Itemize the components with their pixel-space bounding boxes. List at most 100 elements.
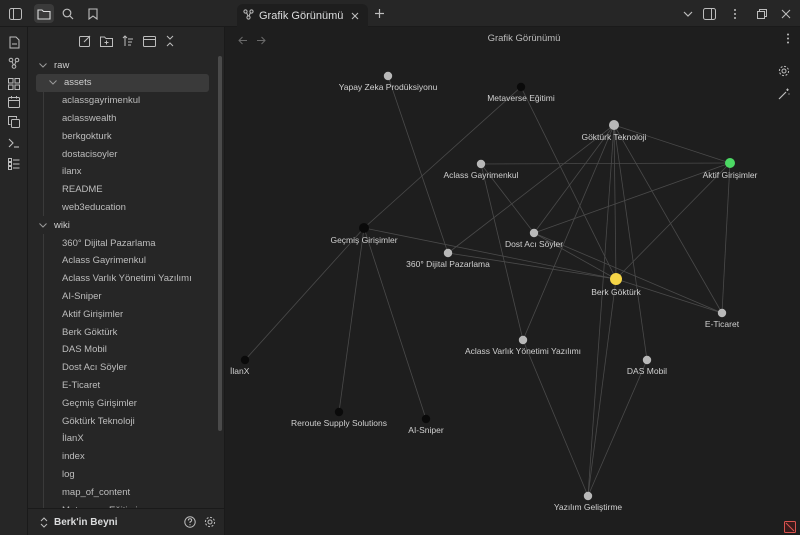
graph-node-metaverse[interactable]	[516, 82, 526, 92]
more-options-icon[interactable]	[725, 4, 745, 23]
chevron-down-icon[interactable]	[678, 4, 698, 23]
tree-file[interactable]: Metaverse Eğitimi	[62, 501, 198, 509]
tree-file[interactable]: Dost Acı Söyler	[62, 359, 198, 377]
tree-item-label: Dost Acı Söyler	[62, 362, 127, 374]
tree-item-label: aclassgayrimenkul	[62, 95, 141, 107]
search-icon[interactable]	[58, 4, 78, 23]
tree-folder[interactable]: assets	[36, 73, 209, 92]
graph-node-das[interactable]	[642, 355, 652, 365]
terminal-icon[interactable]	[4, 134, 24, 152]
tree-file[interactable]: dostacisoyler	[62, 145, 198, 163]
graph-edge	[480, 163, 524, 341]
tree-item-label: README	[62, 184, 103, 196]
open-quick-switcher-icon[interactable]	[4, 33, 24, 51]
tree-folder[interactable]: raw	[38, 56, 198, 74]
tree-file[interactable]: index	[62, 448, 198, 466]
graph-node-sniper[interactable]	[421, 414, 431, 424]
graph-canvas[interactable]: Yapay Zeka Prodüksiyonu Metaverse Eğitimi…	[226, 27, 800, 535]
graph-edge	[520, 86, 617, 280]
right-sidebar-toggle-icon[interactable]	[699, 4, 719, 23]
graph-node-ilanx[interactable]	[240, 355, 250, 365]
tab-graph-view[interactable]: Grafik Görünümü	[237, 4, 368, 27]
tree-file[interactable]: AI-Sniper	[62, 287, 198, 305]
graph-node-reroute[interactable]	[334, 407, 344, 417]
collapse-all-icon[interactable]	[161, 32, 179, 50]
graph-node-gokturk[interactable]	[609, 120, 619, 130]
graph-node-dost[interactable]	[529, 228, 539, 238]
tree-folder[interactable]: wiki	[38, 216, 198, 234]
calendar-icon[interactable]	[4, 93, 24, 111]
help-icon[interactable]	[184, 516, 196, 531]
auto-reveal-icon[interactable]	[140, 32, 158, 50]
tree-file[interactable]: 360° Dijital Pazarlama	[62, 234, 198, 252]
sidebar-toggle-icon[interactable]	[5, 4, 25, 23]
tree-file[interactable]: berkgokturk	[62, 127, 198, 145]
close-icon[interactable]	[348, 9, 362, 23]
animate-wand-icon[interactable]	[776, 86, 792, 102]
graph-node-eticaret[interactable]	[717, 308, 727, 318]
tree-item-label: Aclass Gayrimenkul	[62, 255, 146, 267]
list-icon[interactable]	[4, 155, 24, 173]
tree-file[interactable]: Göktürk Teknoloji	[62, 412, 198, 430]
tree-item-label: index	[62, 451, 85, 463]
view-header: Grafik Görünümü	[226, 27, 800, 51]
app-window: Grafik Görünümü raw assets aclassgayrime…	[0, 0, 800, 535]
sort-icon[interactable]	[119, 32, 137, 50]
graph-edge	[721, 162, 731, 314]
graph-node-yapay[interactable]	[383, 71, 393, 81]
new-note-icon[interactable]	[76, 32, 94, 50]
tree-file[interactable]: İlanX	[62, 430, 198, 448]
graph-node-yazilim[interactable]	[583, 491, 593, 501]
graph-view-icon[interactable]	[4, 54, 24, 72]
settings-gear-icon[interactable]	[204, 516, 216, 531]
view-more-options-icon[interactable]	[786, 33, 790, 47]
sync-error-icon[interactable]	[783, 520, 797, 534]
new-folder-icon[interactable]	[97, 32, 115, 50]
folder-icon[interactable]	[34, 4, 54, 23]
graph-node-gecmis[interactable]	[359, 223, 369, 233]
chevron-down-icon[interactable]	[38, 60, 48, 70]
sidebar-scrollbar[interactable]	[218, 56, 222, 431]
graph-node-aclassv[interactable]	[518, 335, 528, 345]
graph-node-pazarlama[interactable]	[443, 248, 453, 258]
tree-file[interactable]: web3education	[62, 198, 198, 216]
view-title: Grafik Görünümü	[487, 33, 561, 44]
tree-item-label: berkgokturk	[62, 130, 112, 142]
tree-file[interactable]: ilanx	[62, 163, 198, 181]
tree-file[interactable]: Geçmiş Girişimler	[62, 394, 198, 412]
graph-node-aktif[interactable]	[725, 158, 735, 168]
graph-edge	[480, 162, 731, 165]
canvas-icon[interactable]	[4, 75, 24, 93]
graph-node-aclassg[interactable]	[476, 159, 486, 169]
tree-item-label: map_of_content	[62, 486, 131, 498]
tree-file[interactable]: aclasswealth	[62, 109, 198, 127]
vault-switch-icon[interactable]	[40, 516, 48, 528]
graph-edge	[615, 162, 731, 280]
graph-node-label: Aclass Varlık Yönetimi Yazılımı	[465, 346, 581, 356]
copy-icon[interactable]	[4, 113, 24, 131]
restore-window-icon[interactable]	[752, 4, 772, 23]
chevron-down-icon[interactable]	[38, 220, 48, 230]
tree-file[interactable]: Berk Göktürk	[62, 323, 198, 341]
graph-node-berk[interactable]	[610, 273, 622, 285]
close-window-icon[interactable]	[776, 4, 796, 23]
tree-file[interactable]: DAS Mobil	[62, 341, 198, 359]
graph-node-label: Reroute Supply Solutions	[291, 418, 387, 428]
file-explorer-toolbar	[28, 27, 225, 55]
graph-edge	[338, 227, 365, 413]
tree-file[interactable]: aclassgayrimenkul	[62, 92, 198, 110]
tree-file[interactable]: Aclass Varlık Yönetimi Yazılımı	[62, 270, 198, 288]
tree-file[interactable]: map_of_content	[62, 483, 198, 501]
tree-file[interactable]: E-Ticaret	[62, 376, 198, 394]
tree-file[interactable]: Aktif Girişimler	[62, 305, 198, 323]
new-tab-plus-icon[interactable]	[369, 4, 389, 23]
graph-node-label: Aclass Gayrimenkul	[443, 170, 518, 180]
chevron-down-icon[interactable]	[48, 78, 58, 88]
vault-name[interactable]: Berk'in Beyni	[54, 517, 118, 528]
tree-file[interactable]: README	[62, 181, 198, 199]
tree-file[interactable]: log	[62, 465, 198, 483]
graph-settings-gear-icon[interactable]	[776, 63, 792, 79]
bookmark-icon[interactable]	[83, 4, 103, 23]
tree-file[interactable]: Aclass Gayrimenkul	[62, 252, 198, 270]
graph-edge	[363, 227, 617, 280]
